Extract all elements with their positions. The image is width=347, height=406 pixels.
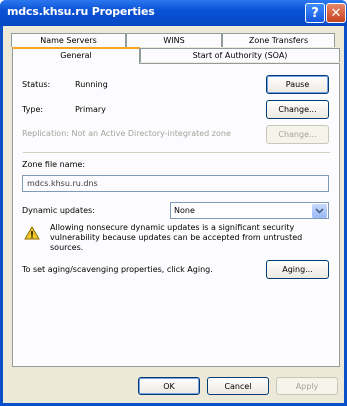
tab-general[interactable]: General — [12, 47, 140, 64]
close-icon: ✕ — [330, 5, 342, 21]
tab-wins[interactable]: WINS — [126, 33, 222, 47]
type-label: Type: — [22, 105, 44, 114]
change-replication-button[interactable]: Change... — [266, 125, 329, 144]
help-icon: ? — [311, 5, 319, 21]
tab-zone-transfers[interactable]: Zone Transfers — [222, 33, 335, 47]
aging-button[interactable]: Aging... — [266, 260, 329, 279]
general-tab-panel: Status: Running Pause Type: Primary Chan… — [12, 63, 340, 367]
type-value: Primary — [75, 105, 106, 114]
apply-button[interactable]: Apply — [276, 377, 338, 395]
pause-button[interactable]: Pause — [266, 75, 329, 94]
title-bar[interactable]: mdcs.khsu.ru Properties ? ✕ — [0, 0, 347, 26]
zone-file-label: Zone file name: — [22, 160, 86, 169]
cancel-button[interactable]: Cancel — [207, 377, 269, 395]
dynamic-updates-value: None — [174, 206, 195, 215]
help-button[interactable]: ? — [305, 3, 325, 23]
dynamic-updates-label: Dynamic updates: — [22, 206, 95, 215]
replication-text: Replication: Not an Active Directory-int… — [22, 129, 231, 138]
warning-icon — [24, 226, 40, 242]
dialog-client-area: Name Servers WINS Zone Transfers General… — [3, 26, 344, 403]
window-title: mdcs.khsu.ru Properties — [7, 5, 155, 18]
status-value: Running — [75, 80, 108, 89]
warning-text: Allowing nonsecure dynamic updates is a … — [50, 223, 303, 252]
ok-button[interactable]: OK — [138, 377, 200, 395]
close-button[interactable]: ✕ — [326, 3, 346, 23]
tab-soa[interactable]: Start of Authority (SOA) — [140, 48, 340, 62]
aging-text: To set aging/scavenging properties, clic… — [22, 265, 213, 274]
tab-name-servers[interactable]: Name Servers — [11, 33, 126, 47]
dynamic-updates-select[interactable]: None — [170, 202, 329, 219]
status-label: Status: — [22, 80, 51, 89]
change-type-button[interactable]: Change... — [266, 100, 329, 119]
properties-window: mdcs.khsu.ru Properties ? ✕ Name Servers… — [0, 0, 347, 406]
zone-file-field[interactable]: mdcs.khsu.ru.dns — [22, 175, 329, 192]
chevron-down-icon — [312, 204, 327, 218]
section-divider — [23, 152, 330, 153]
